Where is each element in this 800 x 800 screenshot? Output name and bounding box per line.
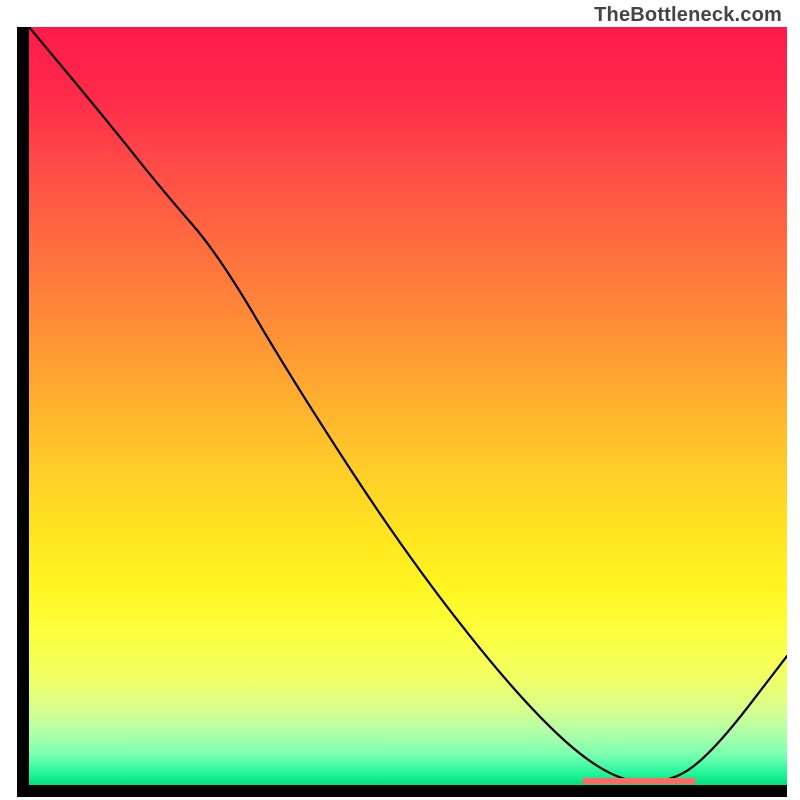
watermark-text: TheBottleneck.com: [594, 4, 782, 27]
plot-area: [29, 27, 787, 785]
bottleneck-curve: [29, 27, 787, 785]
plot-frame: [17, 27, 787, 797]
bottleneck-curve-path: [29, 27, 787, 782]
optimal-range-marker: [582, 778, 696, 784]
